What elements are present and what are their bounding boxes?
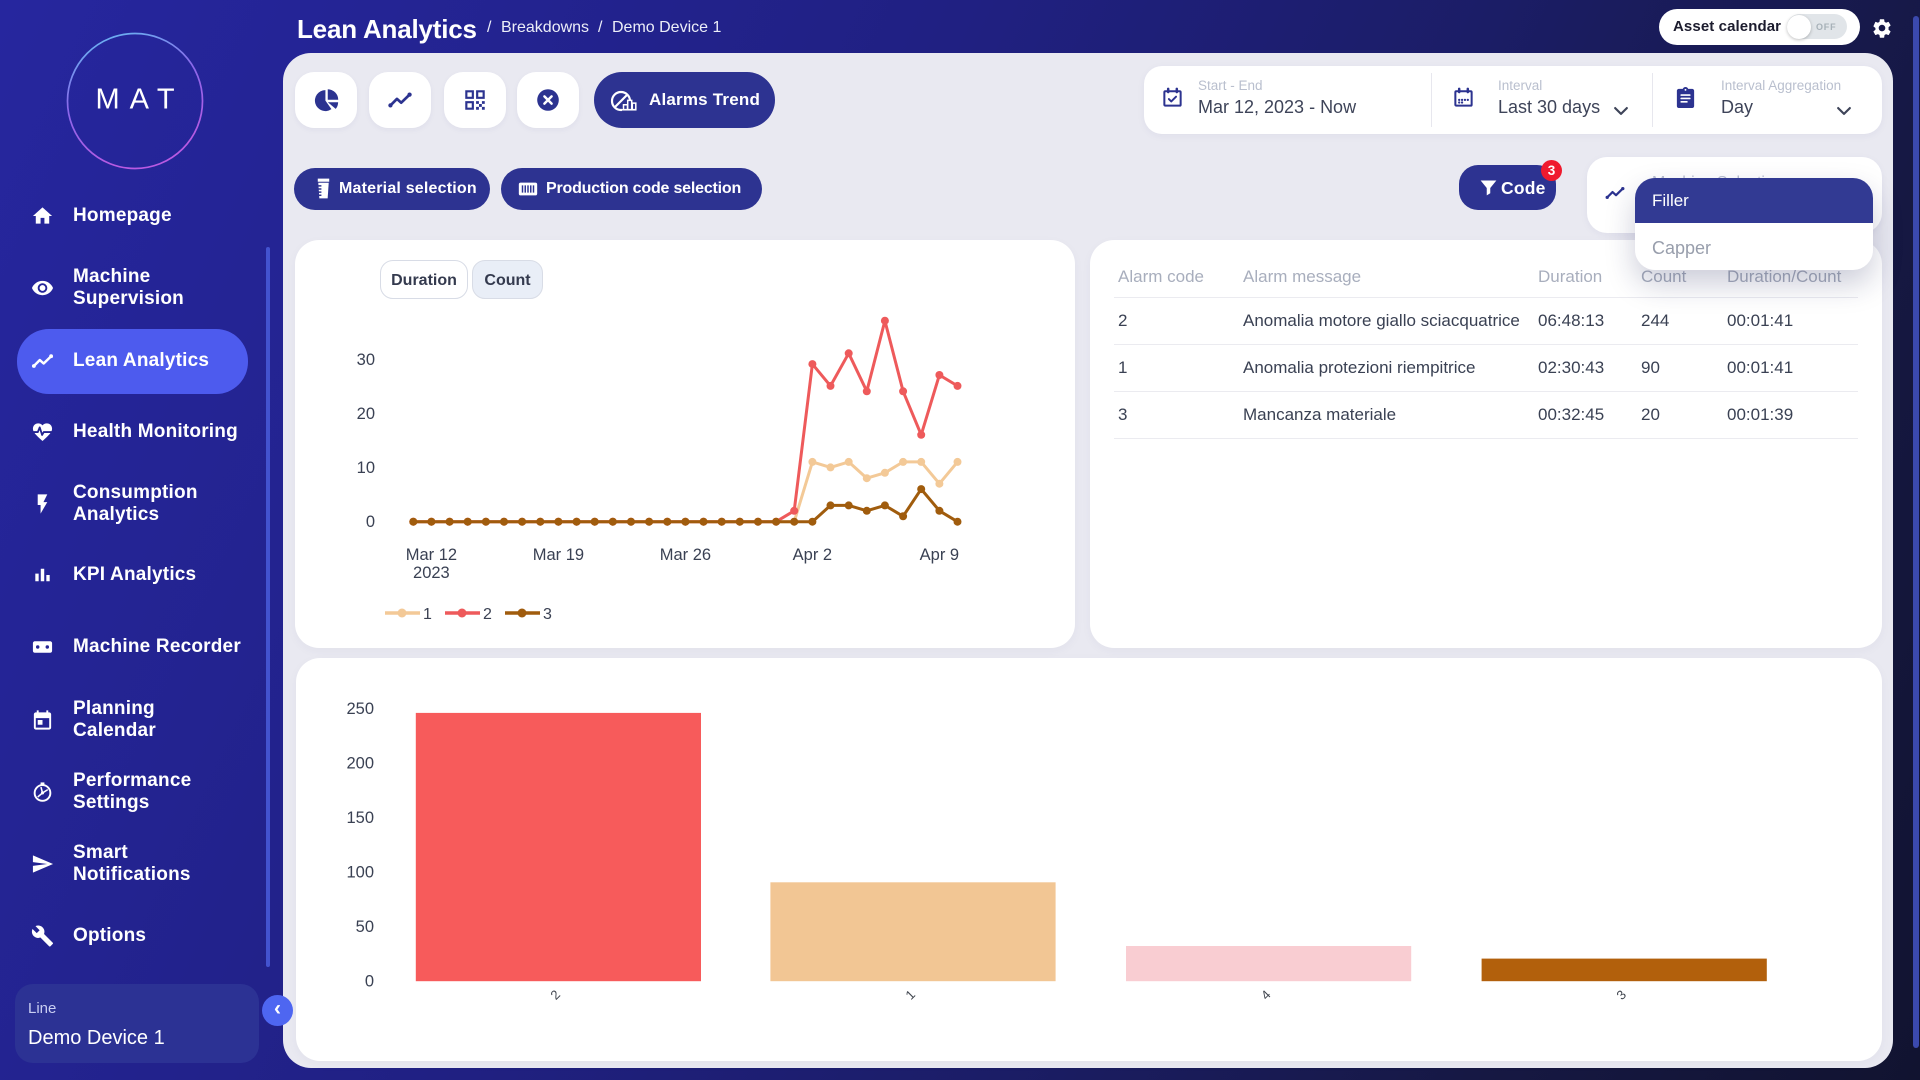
svg-text:Mar 19: Mar 19 [533,546,584,564]
svg-text:250: 250 [346,700,374,718]
svg-text:0: 0 [365,973,374,991]
svg-text:100: 100 [346,864,374,882]
svg-text:2: 2 [547,987,563,1003]
svg-text:Mar 26: Mar 26 [660,546,711,564]
svg-text:20: 20 [357,405,375,423]
svg-text:1: 1 [902,987,918,1003]
svg-text:2023: 2023 [413,564,450,582]
svg-text:Mar 12: Mar 12 [406,546,457,564]
svg-text:3: 3 [543,606,552,623]
svg-text:Apr 2: Apr 2 [793,546,832,564]
svg-text:10: 10 [357,459,375,477]
svg-text:1: 1 [423,606,432,623]
svg-text:4: 4 [1258,987,1274,1003]
svg-text:Apr 9: Apr 9 [920,546,959,564]
svg-text:2: 2 [483,606,492,623]
svg-text:150: 150 [346,809,374,827]
svg-text:50: 50 [356,918,374,936]
svg-text:0: 0 [366,513,375,531]
svg-text:200: 200 [346,755,374,773]
svg-text:3: 3 [1613,987,1629,1003]
svg-text:30: 30 [357,351,375,369]
